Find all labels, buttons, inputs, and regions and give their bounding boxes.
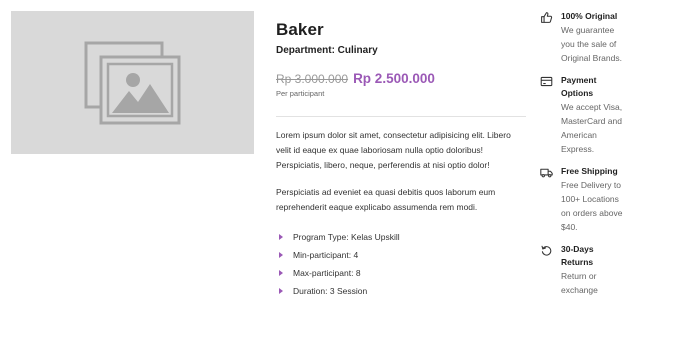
spec-text: Min-participant: 4	[293, 250, 359, 260]
feature-title: 30-Days Returns	[561, 244, 594, 267]
features-sidebar: 100% Original We guarantee you the sale …	[540, 10, 675, 297]
feature-title: Payment Options	[561, 75, 597, 98]
spec-item: Duration: 3 Session	[276, 282, 526, 300]
thumbs-up-icon	[541, 12, 553, 23]
feature-shipping: Free Shipping Free Delivery to 100+ Loca…	[540, 165, 675, 234]
price-original: Rp 3.000.000	[276, 72, 349, 86]
feature-desc: We accept Visa, MasterCard and American …	[561, 102, 623, 154]
product-department: Department: Culinary	[276, 45, 378, 56]
product-details: Baker Department: Culinary Rp 3.000.000 …	[276, 20, 526, 300]
product-title: Baker	[276, 20, 324, 39]
spec-text: Max-participant: 8	[293, 268, 361, 278]
feature-desc: Return or exchange	[561, 271, 598, 295]
feature-title: 100% Original	[561, 11, 618, 21]
credit-card-icon	[540, 76, 553, 87]
feature-desc: We guarantee you the sale of Original Br…	[561, 25, 622, 63]
triangle-bullet-icon	[279, 252, 283, 258]
spec-item: Program Type: Kelas Upskill	[276, 228, 526, 246]
description-paragraph-2: Perspiciatis ad eveniet ea quasi debitis…	[276, 187, 496, 212]
feature-payment: Payment Options We accept Visa, MasterCa…	[540, 74, 675, 156]
return-icon	[541, 245, 552, 256]
image-placeholder-icon	[84, 41, 180, 124]
spec-item: Min-participant: 4	[276, 246, 526, 264]
triangle-bullet-icon	[279, 270, 283, 276]
spec-item: Max-participant: 8	[276, 264, 526, 282]
triangle-bullet-icon	[279, 288, 283, 294]
feature-title: Free Shipping	[561, 166, 618, 176]
divider	[276, 116, 526, 117]
price-discounted: Rp 2.500.000	[353, 71, 435, 86]
spec-text: Program Type: Kelas Upskill	[293, 232, 400, 242]
spec-text: Duration: 3 Session	[293, 286, 368, 296]
feature-returns: 30-Days Returns Return or exchange	[540, 243, 675, 297]
spec-list: Program Type: Kelas Upskill Min-particip…	[276, 228, 526, 300]
feature-desc: Free Delivery to 100+ Locations on order…	[561, 180, 623, 232]
product-image-placeholder	[11, 11, 254, 154]
description-paragraph-1: Lorem ipsum dolor sit amet, consectetur …	[276, 130, 511, 170]
price-row: Rp 3.000.000 Rp 2.500.000	[276, 71, 526, 86]
feature-original: 100% Original We guarantee you the sale …	[540, 10, 675, 65]
truck-icon	[540, 168, 553, 178]
triangle-bullet-icon	[279, 234, 283, 240]
price-note: Per participant	[276, 89, 325, 98]
